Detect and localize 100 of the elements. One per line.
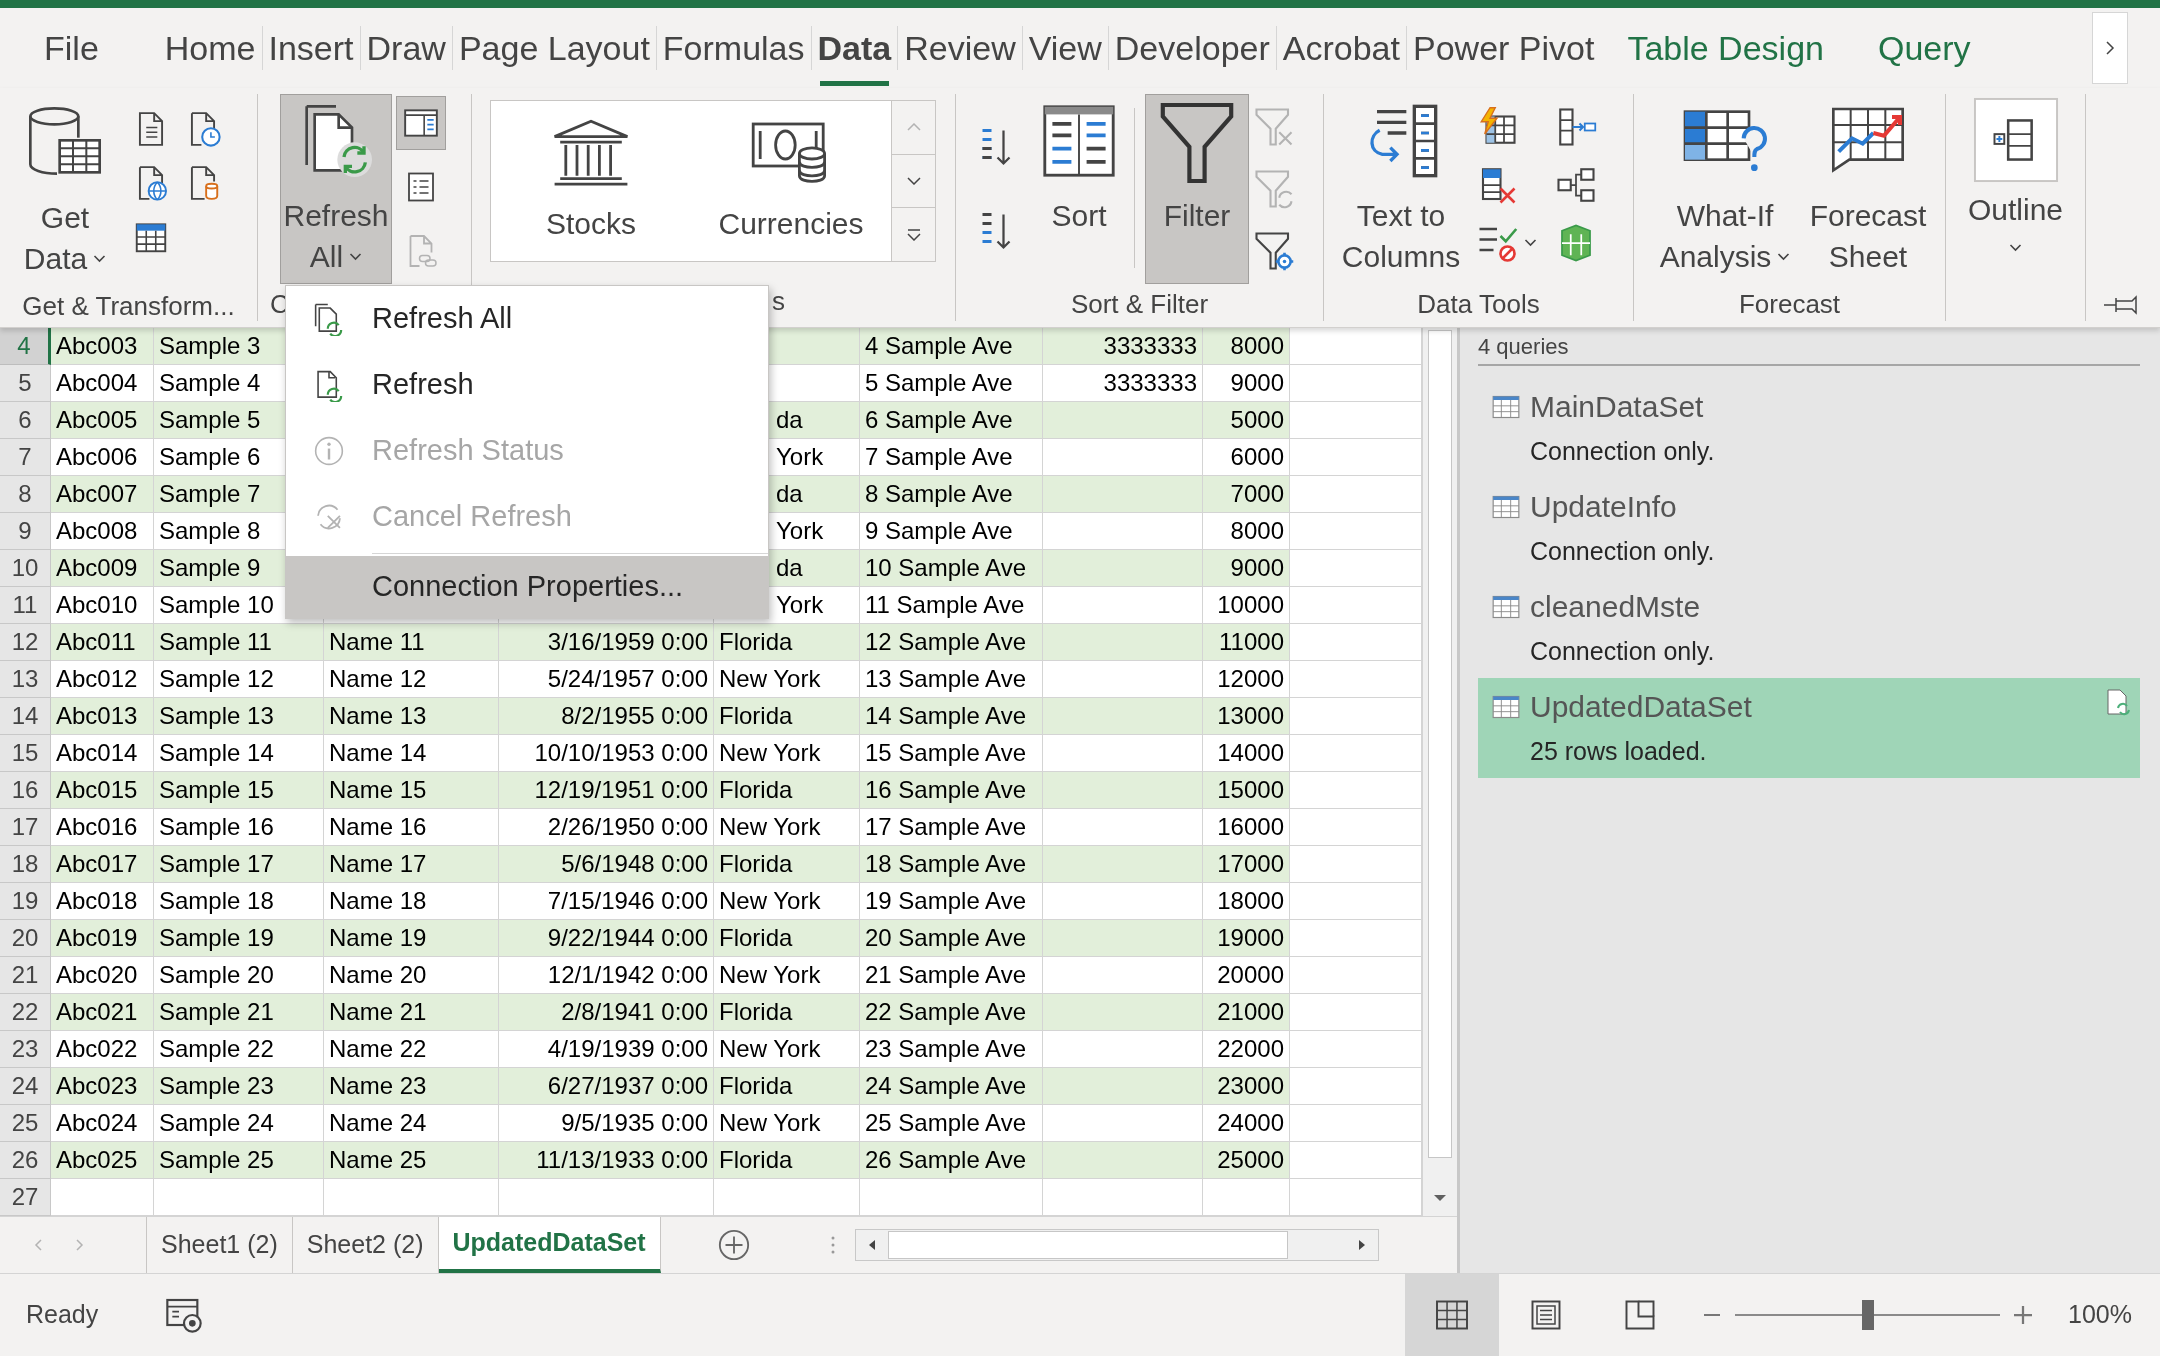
zoom-in-icon[interactable] bbox=[2014, 1306, 2033, 1324]
ribbon-tab[interactable]: Page Layout bbox=[452, 8, 656, 88]
text-to-columns-button[interactable]: Text to Columns bbox=[1334, 94, 1468, 284]
row-header[interactable]: 19 bbox=[0, 883, 51, 920]
scrollbar-thumb[interactable] bbox=[1428, 330, 1452, 1158]
table-cell: 24 Sample Ave bbox=[860, 1068, 1043, 1105]
table-cell: 9/22/1944 0:00 bbox=[499, 920, 714, 957]
more-button[interactable] bbox=[892, 208, 935, 261]
horizontal-scrollbar[interactable] bbox=[854, 1229, 1379, 1261]
table-cell: 11000 bbox=[1203, 624, 1290, 661]
table-cell: 26 Sample Ave bbox=[860, 1142, 1043, 1179]
table-cell: Abc021 bbox=[51, 994, 154, 1031]
query-name[interactable]: UpdatedDataSet bbox=[1530, 684, 1752, 729]
table-cell: Abc023 bbox=[51, 1068, 154, 1105]
table-cell: Name 11 bbox=[324, 624, 499, 661]
table-cell: Name 13 bbox=[324, 698, 499, 735]
ribbon-tab[interactable]: View bbox=[1022, 8, 1108, 88]
query-name[interactable]: MainDataSet bbox=[1530, 384, 1704, 429]
table-cell: 9000 bbox=[1203, 550, 1290, 587]
filter-gear-icon[interactable] bbox=[1253, 230, 1295, 272]
scroll-left-icon[interactable] bbox=[867, 1239, 876, 1251]
table-cell: 18 Sample Ave bbox=[860, 846, 1043, 883]
ribbon-tab[interactable]: Draw bbox=[360, 8, 452, 88]
row-header[interactable]: 16 bbox=[0, 772, 51, 809]
zoom-slider[interactable] bbox=[1735, 1300, 2001, 1330]
forecast-sheet-button[interactable]: Forecast Sheet bbox=[1806, 94, 1930, 284]
sort-button[interactable]: Sort bbox=[1034, 94, 1124, 284]
ribbon-tab[interactable]: File bbox=[40, 8, 103, 88]
ribbon-tab[interactable]: Table Design bbox=[1600, 8, 1851, 88]
get-data-button[interactable]: Get Data bbox=[10, 96, 120, 286]
row-header[interactable]: 7 bbox=[0, 439, 51, 476]
ribbon-tab[interactable]: Acrobat bbox=[1276, 8, 1406, 88]
sheet-tab[interactable]: UpdatedDataSet bbox=[438, 1217, 661, 1273]
table-cell: Sample 25 bbox=[154, 1142, 324, 1179]
ribbon-tab[interactable]: Data bbox=[811, 8, 898, 88]
row-header[interactable]: 17 bbox=[0, 809, 51, 846]
menu-item[interactable]: Connection Properties... bbox=[286, 556, 768, 618]
row-header[interactable]: 22 bbox=[0, 994, 51, 1031]
refresh-all-button[interactable]: Refresh All bbox=[280, 94, 392, 284]
chevron-up-icon bbox=[906, 123, 921, 132]
filter-button[interactable]: Filter bbox=[1145, 94, 1249, 284]
row-header[interactable]: 9 bbox=[0, 513, 51, 550]
what-if-analysis-button[interactable]: What-If Analysis bbox=[1650, 94, 1800, 284]
query-name[interactable]: cleanedMste bbox=[1530, 584, 1701, 629]
table-cell: 8000 bbox=[1203, 328, 1290, 365]
ribbon-tab[interactable]: Power Pivot bbox=[1407, 8, 1601, 88]
row-header[interactable]: 24 bbox=[0, 1068, 51, 1105]
gallery-item[interactable]: Stocks bbox=[491, 101, 691, 261]
group-label: Data Tools bbox=[1417, 289, 1540, 319]
row-header[interactable]: 10 bbox=[0, 550, 51, 587]
query-name[interactable]: UpdateInfo bbox=[1530, 484, 1677, 529]
queries-pane-button[interactable] bbox=[396, 96, 446, 150]
slider-thumb[interactable] bbox=[1861, 1300, 1874, 1330]
row-header[interactable]: 26 bbox=[0, 1142, 51, 1179]
table-cell: Florida bbox=[714, 698, 860, 735]
row-header[interactable]: 27 bbox=[0, 1179, 51, 1216]
more-options-icon[interactable] bbox=[830, 1236, 835, 1254]
table-icon bbox=[1492, 394, 1520, 419]
row-header[interactable]: 20 bbox=[0, 920, 51, 957]
ribbon-tab[interactable]: Insert bbox=[262, 8, 360, 88]
ribbon-tab[interactable]: Developer bbox=[1108, 8, 1276, 88]
ribbon-tab[interactable]: Query bbox=[1850, 8, 1998, 88]
row-header[interactable]: 4 bbox=[0, 328, 51, 365]
ribbon-tab[interactable]: Home bbox=[158, 8, 262, 88]
table-cell: 12 Sample Ave bbox=[860, 624, 1043, 661]
row-header[interactable]: 8 bbox=[0, 476, 51, 513]
table-cell: 11/13/1933 0:00 bbox=[499, 1142, 714, 1179]
table-cell: Abc007 bbox=[51, 476, 154, 513]
scrollbar-thumb[interactable] bbox=[887, 1231, 1288, 1259]
table-cell: Name 19 bbox=[324, 920, 499, 957]
ribbon-tab[interactable]: Formulas bbox=[656, 8, 811, 88]
row-header[interactable]: 6 bbox=[0, 402, 51, 439]
scroll-right-icon[interactable] bbox=[1357, 1239, 1366, 1251]
outline-button[interactable]: Outline bbox=[1950, 94, 2081, 284]
table-icon bbox=[1492, 694, 1520, 719]
table-cell: Florida bbox=[714, 772, 860, 809]
table-cell: Florida bbox=[714, 846, 860, 883]
scroll-down-arrow-icon[interactable] bbox=[1433, 1194, 1447, 1202]
chevron-down-icon bbox=[906, 177, 921, 185]
ribbon-tab[interactable]: Review bbox=[898, 8, 1022, 88]
caret-icon[interactable] bbox=[1524, 239, 1537, 247]
row-header[interactable]: 15 bbox=[0, 735, 51, 772]
row-header[interactable]: 5 bbox=[0, 365, 51, 402]
add-sheet-icon[interactable] bbox=[716, 1228, 751, 1262]
row-header[interactable]: 11 bbox=[0, 587, 51, 624]
row-header[interactable]: 13 bbox=[0, 661, 51, 698]
row-header[interactable]: 23 bbox=[0, 1031, 51, 1068]
vertical-scrollbar[interactable] bbox=[1422, 328, 1457, 1216]
query-item[interactable]: UpdatedDataSet 25 rows loaded. bbox=[1478, 678, 2140, 778]
row-header[interactable]: 14 bbox=[0, 698, 51, 735]
refresh-document-icon[interactable] bbox=[2106, 688, 2130, 716]
table-cell: Name 21 bbox=[324, 994, 499, 1031]
zoom-level[interactable]: 100% bbox=[2068, 1296, 2132, 1334]
view-button[interactable] bbox=[1405, 1274, 1500, 1356]
row-header[interactable]: 12 bbox=[0, 624, 51, 661]
row-header[interactable]: 21 bbox=[0, 957, 51, 994]
row-header[interactable]: 25 bbox=[0, 1105, 51, 1142]
table-cell: 7000 bbox=[1203, 476, 1290, 513]
row-header[interactable]: 18 bbox=[0, 846, 51, 883]
gallery-item[interactable]: Currencies bbox=[691, 101, 891, 261]
